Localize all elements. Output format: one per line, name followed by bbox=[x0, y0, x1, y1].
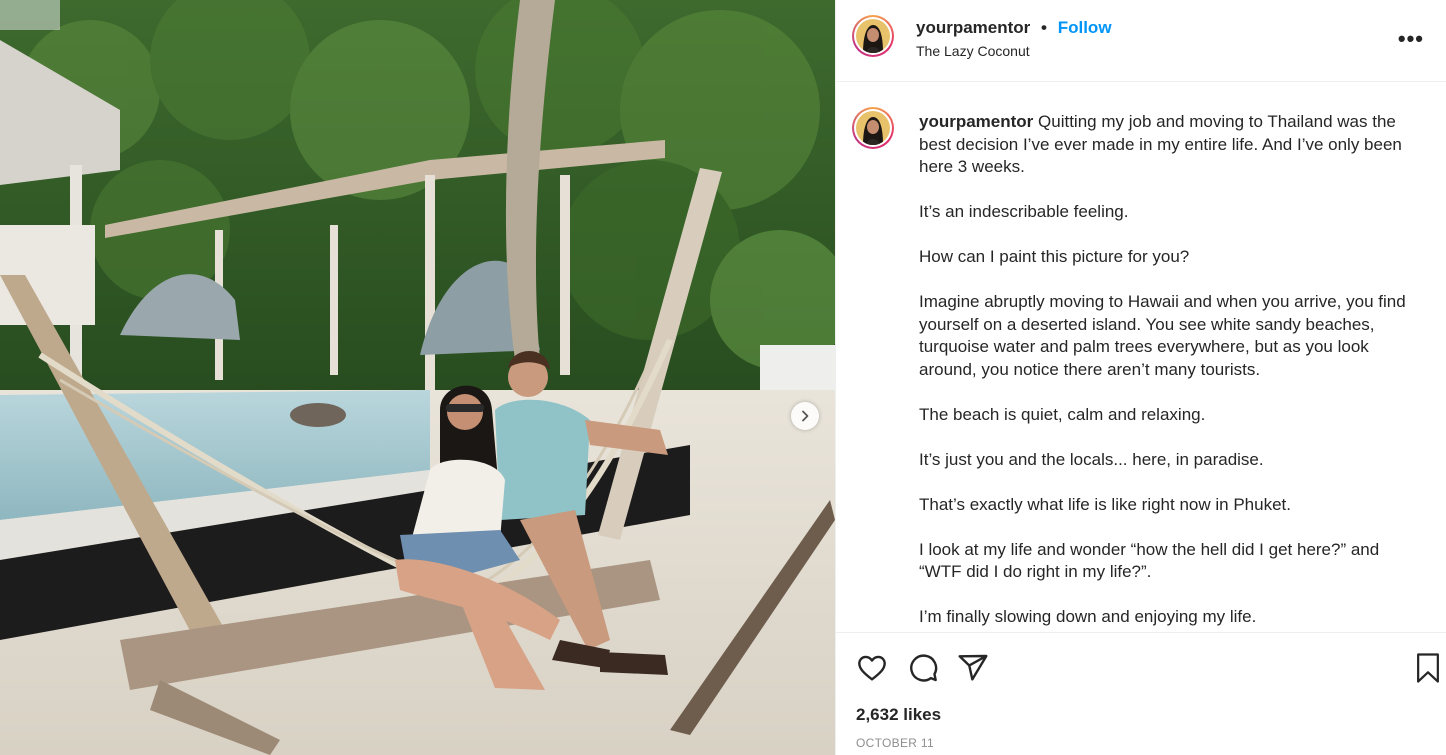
share-icon[interactable] bbox=[957, 652, 989, 684]
post-photo[interactable] bbox=[0, 0, 835, 755]
post-date[interactable]: OCTOBER 11 bbox=[856, 736, 934, 750]
profile-photo bbox=[856, 19, 890, 53]
caption-paragraph: It’s just you and the locals... here, in… bbox=[919, 449, 1264, 469]
caption-paragraph: yourpamentor Quitting my job and moving … bbox=[919, 111, 1424, 179]
caption-text: yourpamentor Quitting my job and moving … bbox=[919, 111, 1424, 632]
caption-paragraph: I look at my life and wonder “how the he… bbox=[919, 539, 1380, 582]
caption-paragraph: Imagine abruptly moving to Hawaii and wh… bbox=[919, 292, 1406, 379]
caption-paragraph: It’s an indescribable feeling. bbox=[919, 202, 1129, 221]
bookmark-icon[interactable] bbox=[1413, 652, 1443, 684]
instagram-post: yourpamentor • Follow The Lazy Coconut •… bbox=[0, 0, 1446, 755]
caption-paragraph: That’s exactly what life is like right n… bbox=[919, 494, 1291, 514]
caption-section: yourpamentor Quitting my job and moving … bbox=[836, 82, 1446, 632]
separator-dot: • bbox=[1041, 18, 1047, 37]
likes-count[interactable]: 2,632 likes bbox=[856, 705, 941, 725]
caption-avatar[interactable] bbox=[852, 107, 894, 149]
caption-paragraph: How can I paint this picture for you? bbox=[919, 247, 1190, 266]
more-options-icon[interactable]: ••• bbox=[1398, 28, 1424, 50]
follow-button[interactable]: Follow bbox=[1058, 18, 1112, 37]
heart-icon[interactable] bbox=[856, 652, 888, 684]
post-details-panel: yourpamentor • Follow The Lazy Coconut •… bbox=[835, 0, 1446, 755]
caption-paragraph: The beach is quiet, calm and relaxing. bbox=[919, 404, 1206, 424]
caption-username[interactable]: yourpamentor bbox=[919, 112, 1033, 131]
comment-icon[interactable] bbox=[907, 652, 939, 684]
header-username[interactable]: yourpamentor bbox=[916, 18, 1030, 37]
profile-photo bbox=[856, 111, 890, 145]
avatar[interactable] bbox=[852, 15, 894, 57]
header-user-line: yourpamentor • Follow bbox=[916, 18, 1112, 38]
chevron-right-icon bbox=[802, 410, 809, 422]
caption-paragraph: I’m finally slowing down and enjoying my… bbox=[919, 607, 1257, 626]
post-actions: 2,632 likes OCTOBER 11 bbox=[836, 632, 1446, 755]
carousel-next-button[interactable] bbox=[791, 402, 819, 430]
post-header: yourpamentor • Follow The Lazy Coconut •… bbox=[836, 0, 1446, 82]
beach-hammock-photo bbox=[0, 0, 835, 755]
location-link[interactable]: The Lazy Coconut bbox=[916, 43, 1030, 59]
